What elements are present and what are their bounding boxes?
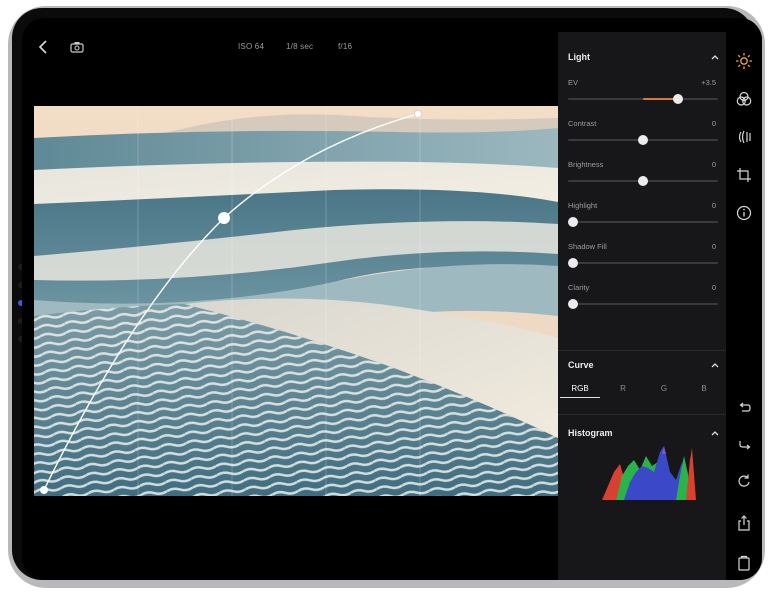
curve-tab-r[interactable]: R xyxy=(608,384,638,393)
slider-thumb[interactable] xyxy=(638,176,648,186)
active-tab-underline xyxy=(560,397,600,398)
share-icon[interactable] xyxy=(735,514,753,532)
slider-label: Brightness xyxy=(568,160,604,169)
chevron-up-icon[interactable] xyxy=(710,53,720,61)
effects-icon[interactable] xyxy=(735,128,753,146)
chevron-up-icon[interactable] xyxy=(710,429,720,437)
slider-track[interactable] xyxy=(568,94,718,104)
app-screen: ISO 64 1/8 sec f/16 Light EV +3.5 Contra… xyxy=(22,18,762,580)
copy-icon[interactable] xyxy=(735,554,753,572)
crop-icon[interactable] xyxy=(735,166,753,184)
slider-label: Clarity xyxy=(568,283,590,292)
slider-track[interactable] xyxy=(568,258,718,268)
tool-bar xyxy=(726,32,762,580)
curve-tab-g[interactable]: G xyxy=(649,384,679,393)
adjustments-panel: Light EV +3.5 Contrast 0 Brightness 0 Highligh… xyxy=(558,32,726,580)
slider-label: Shadow Fill xyxy=(568,242,607,251)
slider-track[interactable] xyxy=(568,299,718,309)
slider-track[interactable] xyxy=(568,176,718,186)
slider-value: 0 xyxy=(711,160,716,169)
slider-value: 0 xyxy=(711,283,716,292)
color-icon[interactable] xyxy=(735,90,753,108)
undo-icon[interactable] xyxy=(735,400,753,418)
light-sun-icon[interactable] xyxy=(735,52,753,70)
slider-thumb[interactable] xyxy=(638,135,648,145)
slider-track[interactable] xyxy=(568,217,718,227)
divider xyxy=(558,350,726,351)
redo-icon[interactable] xyxy=(735,436,753,454)
curve-tab-rgb[interactable]: RGB xyxy=(560,384,600,398)
photo-canvas[interactable] xyxy=(34,106,558,496)
aperture-readout: f/16 xyxy=(338,42,353,51)
slider-label: Highlight xyxy=(568,201,598,210)
slider-value: 0 xyxy=(711,119,716,128)
slider-thumb[interactable] xyxy=(568,258,578,268)
shutter-readout: 1/8 sec xyxy=(286,42,314,51)
light-section-title: Light xyxy=(568,52,590,62)
curve-section-title: Curve xyxy=(568,360,594,370)
slider-track[interactable] xyxy=(568,135,718,145)
chevron-up-icon[interactable] xyxy=(710,361,720,369)
camera-icon[interactable] xyxy=(70,40,86,53)
top-bar: ISO 64 1/8 sec f/16 xyxy=(22,18,558,76)
slider-value: 0 xyxy=(711,242,716,251)
curve-tab-b[interactable]: B xyxy=(689,384,719,393)
slider-value: +3.5 xyxy=(701,78,716,87)
slider-thumb[interactable] xyxy=(568,217,578,227)
histogram-graph xyxy=(602,446,696,500)
slider-value: 0 xyxy=(711,201,716,210)
chevron-left-icon[interactable] xyxy=(38,40,50,54)
histogram-section-title: Histogram xyxy=(568,428,613,438)
slider-thumb[interactable] xyxy=(672,94,683,104)
divider xyxy=(558,414,726,415)
reset-icon[interactable] xyxy=(735,472,753,490)
curve-point-white[interactable] xyxy=(414,110,422,118)
slider-label: EV xyxy=(568,78,579,87)
slider-label: Contrast xyxy=(568,119,597,128)
iso-readout: ISO 64 xyxy=(238,42,265,51)
info-icon[interactable] xyxy=(735,204,753,222)
slider-thumb[interactable] xyxy=(568,299,578,309)
curve-point-black[interactable] xyxy=(40,486,48,494)
curve-point-mid[interactable] xyxy=(218,212,230,224)
